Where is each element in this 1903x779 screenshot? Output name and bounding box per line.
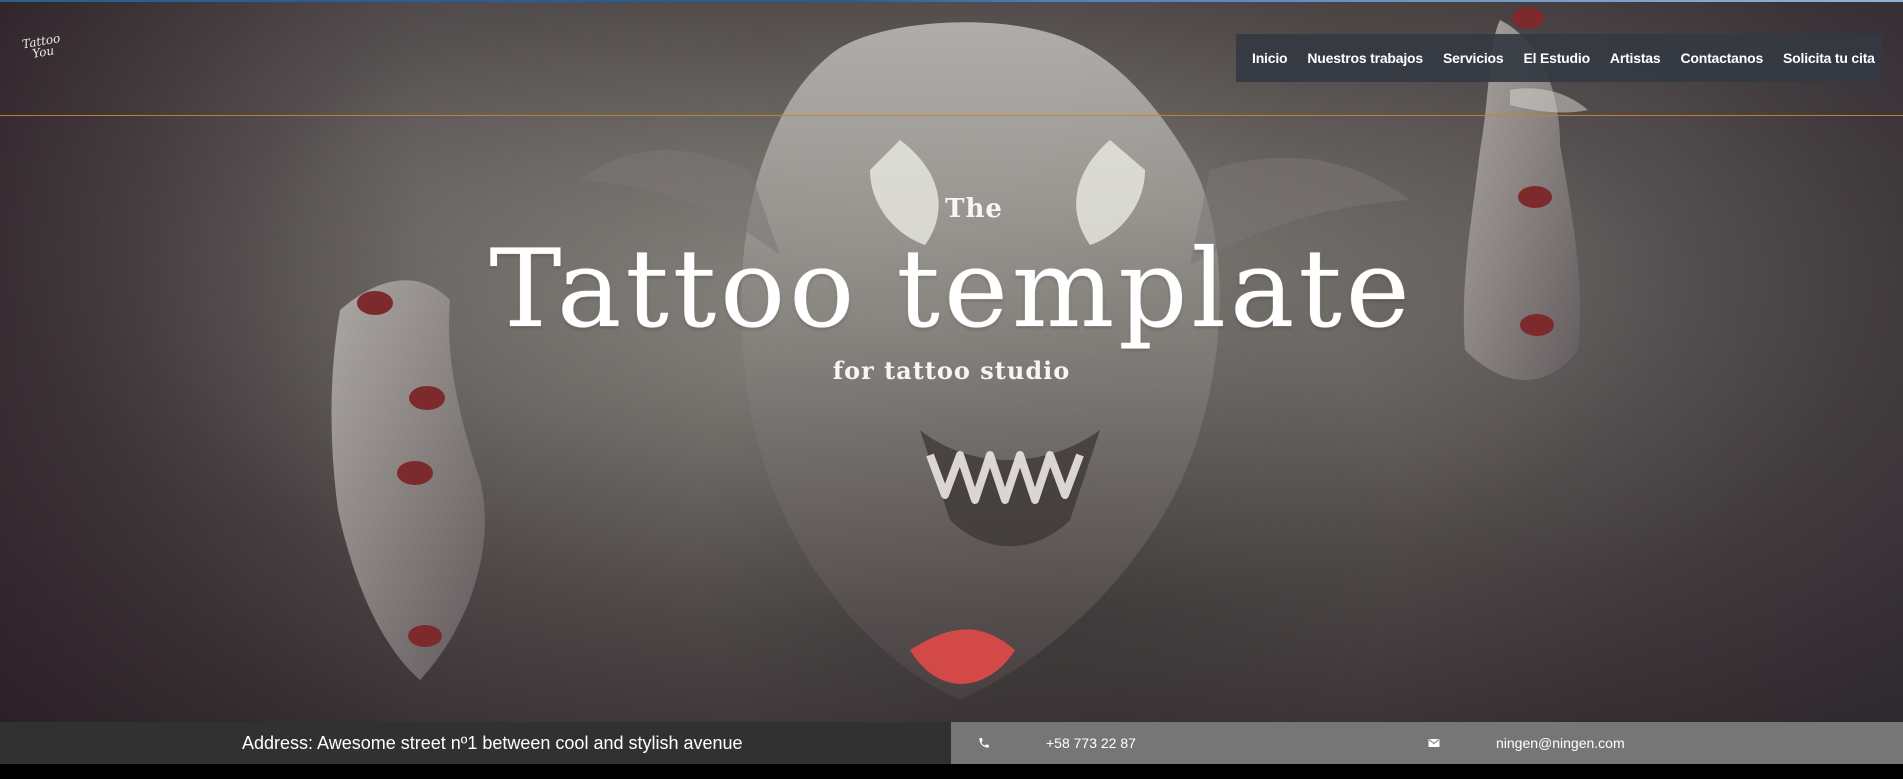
nav-item-el-estudio[interactable]: El Estudio [1513, 34, 1599, 82]
email-contact[interactable]: ningen@ningen.com [1426, 722, 1625, 764]
hero-heading-block: The Tattoo template for tattoo studio [0, 191, 1903, 387]
hero-title: Tattoo template [489, 227, 1414, 352]
nav-item-nuestros-trabajos[interactable]: Nuestros trabajos [1297, 34, 1433, 82]
phone-number: +58 773 22 87 [1046, 735, 1136, 751]
top-strip [0, 0, 1903, 2]
hero-subtitle: for tattoo studio [832, 356, 1071, 385]
page: Tattoo You Inicio Nuestros trabajos Serv… [0, 0, 1903, 779]
nav-item-inicio[interactable]: Inicio [1242, 34, 1297, 82]
brand-logo[interactable]: Tattoo You [17, 31, 72, 82]
nav-item-servicios[interactable]: Servicios [1433, 34, 1513, 82]
contact-panel: +58 773 22 87 ningen@ningen.com [951, 722, 1903, 764]
hero-artwork [331, 7, 1588, 701]
nav-item-solicita-tu-cita[interactable]: Solicita tu cita [1773, 34, 1885, 82]
address-text: Address: Awesome street nº1 between cool… [242, 732, 743, 753]
email-icon [1426, 735, 1442, 751]
phone-icon [976, 735, 992, 751]
nav-item-artistas[interactable]: Artistas [1600, 34, 1671, 82]
nav-item-contactanos[interactable]: Contactanos [1670, 34, 1773, 82]
hero-pretitle: The [945, 194, 1003, 224]
accent-divider [0, 115, 1903, 116]
email-address: ningen@ningen.com [1496, 735, 1625, 751]
phone-contact[interactable]: +58 773 22 87 [976, 722, 1136, 764]
contact-bar: Address: Awesome street nº1 between cool… [0, 722, 1903, 764]
hero-background: Tattoo You Inicio Nuestros trabajos Serv… [0, 0, 1903, 722]
address-panel: Address: Awesome street nº1 between cool… [0, 722, 951, 764]
main-navigation: Inicio Nuestros trabajos Servicios El Es… [1236, 34, 1882, 82]
page-bottom-bar [0, 764, 1903, 779]
